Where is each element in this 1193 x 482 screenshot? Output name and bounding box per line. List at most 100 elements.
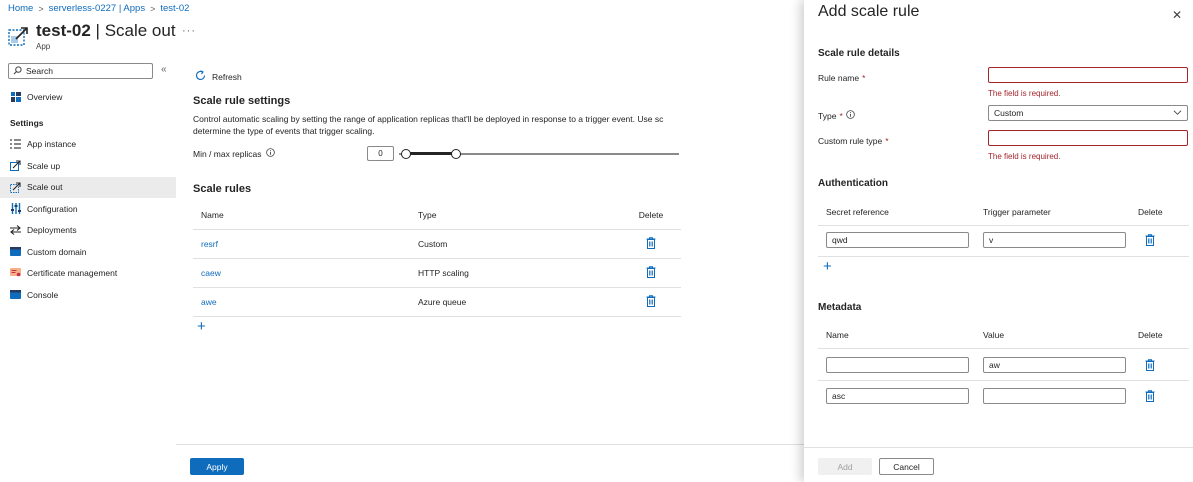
rule-type: Azure queue xyxy=(410,287,621,317)
column-header-delete: Delete xyxy=(1138,207,1163,217)
table-header-row: Name Type Delete xyxy=(193,201,681,230)
trash-icon xyxy=(646,236,656,249)
refresh-button[interactable]: Refresh xyxy=(195,70,683,83)
trash-icon xyxy=(646,265,656,278)
delete-auth-button[interactable] xyxy=(1145,234,1155,246)
search-input[interactable]: Search xyxy=(8,63,153,79)
sidebar-item-scale-out[interactable]: Scale out xyxy=(0,176,176,198)
breadcrumb-apps[interactable]: serverless-0227 | Apps xyxy=(49,3,145,14)
search-icon xyxy=(13,65,22,77)
breadcrumb-app[interactable]: test-02 xyxy=(160,3,189,14)
trash-icon xyxy=(1145,359,1155,371)
row-divider xyxy=(818,256,1189,257)
trash-icon xyxy=(646,294,656,307)
type-label: Type * xyxy=(818,110,855,121)
sidebar-item-overview[interactable]: Overview xyxy=(0,86,176,108)
more-options-button[interactable]: ··· xyxy=(182,25,196,37)
table-row: resrf Custom xyxy=(193,229,681,259)
column-header-delete: Delete xyxy=(1138,330,1163,340)
rule-name-link[interactable]: caew xyxy=(193,258,410,288)
column-header-trigger-parameter: Trigger parameter xyxy=(983,207,1051,217)
sidebar-item-custom-domain[interactable]: Custom domain xyxy=(0,241,176,263)
rule-name-link[interactable]: resrf xyxy=(193,229,410,259)
row-divider xyxy=(818,225,1189,226)
metadata-value-input[interactable] xyxy=(983,388,1126,404)
column-header-delete: Delete xyxy=(621,201,681,230)
replicas-label: Min / max replicas xyxy=(193,148,367,159)
scale-description: Control automatic scaling by setting the… xyxy=(193,114,664,136)
type-select[interactable]: Custom xyxy=(988,105,1188,121)
info-icon[interactable] xyxy=(845,110,855,121)
custom-rule-type-input[interactable] xyxy=(988,130,1188,146)
row-divider xyxy=(818,380,1189,381)
chevron-down-icon xyxy=(1173,108,1182,119)
metadata-heading: Metadata xyxy=(818,302,862,313)
delete-rule-button[interactable] xyxy=(621,287,681,317)
slider-fill xyxy=(405,152,455,155)
sliders-icon xyxy=(10,203,21,215)
trigger-parameter-input[interactable]: v xyxy=(983,232,1126,248)
sidebar-item-configuration[interactable]: Configuration xyxy=(0,198,176,220)
rule-name-input[interactable] xyxy=(988,67,1188,83)
delete-metadata-button[interactable] xyxy=(1145,359,1155,371)
delete-rule-button[interactable] xyxy=(621,229,681,259)
sidebar-item-certificate-management[interactable]: Certificate management xyxy=(0,263,176,285)
breadcrumb-home[interactable]: Home xyxy=(8,3,33,14)
trash-icon xyxy=(1145,390,1155,402)
table-row: caew HTTP scaling xyxy=(193,258,681,288)
sidebar-item-deployments[interactable]: Deployments xyxy=(0,220,176,242)
sidebar-item-console[interactable]: Console xyxy=(0,284,176,306)
delete-metadata-button[interactable] xyxy=(1145,390,1155,402)
min-replicas-input[interactable]: 0 xyxy=(367,146,394,161)
rule-name-link[interactable]: awe xyxy=(193,287,410,317)
rule-type: Custom xyxy=(410,229,621,259)
slider-max-thumb[interactable] xyxy=(451,148,461,159)
metadata-name-input[interactable]: asc xyxy=(826,388,969,404)
add-rule-plus-icon[interactable]: + xyxy=(197,318,683,335)
scale-rule-settings-heading: Scale rule settings xyxy=(193,95,291,107)
sidebar-item-scale-up[interactable]: Scale up xyxy=(0,155,176,177)
page-header: test-02 | Scale out App xyxy=(8,20,176,51)
authentication-heading: Authentication xyxy=(818,178,888,189)
overview-icon xyxy=(10,91,21,102)
rule-name-error: The field is required. xyxy=(988,89,1061,98)
scale-out-icon xyxy=(8,25,30,47)
column-header-secret-reference: Secret reference xyxy=(826,207,889,217)
apply-button[interactable]: Apply xyxy=(190,458,244,475)
slider-min-thumb[interactable] xyxy=(401,148,411,159)
trash-icon xyxy=(1145,234,1155,246)
page-title: test-02 | Scale out xyxy=(36,21,176,40)
collapse-sidebar-button[interactable]: « xyxy=(161,64,167,75)
page-subtitle: App xyxy=(36,42,51,51)
scale-out-icon xyxy=(10,182,21,193)
column-header-type: Type xyxy=(410,201,621,230)
refresh-icon xyxy=(195,70,206,83)
certificate-icon xyxy=(10,268,21,279)
column-header-value: Value xyxy=(983,330,1005,340)
custom-rule-type-label: Custom rule type * xyxy=(818,136,889,146)
info-icon[interactable] xyxy=(265,148,275,159)
close-icon[interactable]: ✕ xyxy=(1172,8,1182,22)
console-icon xyxy=(10,289,21,300)
add-auth-plus-icon[interactable]: + xyxy=(823,258,832,275)
cancel-button[interactable]: Cancel xyxy=(879,458,934,475)
add-scale-rule-panel: Add scale rule ✕ Scale rule details Rule… xyxy=(804,0,1193,482)
footer-divider xyxy=(176,444,804,445)
sidebar-section-settings: Settings xyxy=(10,118,44,128)
main-content: Refresh Scale rule settings Control auto… xyxy=(193,70,683,335)
add-button[interactable]: Add xyxy=(818,458,872,475)
table-row: awe Azure queue xyxy=(193,287,681,317)
replicas-row: Min / max replicas 0 xyxy=(193,146,683,161)
domain-icon xyxy=(10,246,21,257)
metadata-name-input[interactable] xyxy=(826,357,969,373)
sidebar-item-app-instance[interactable]: App instance xyxy=(0,134,176,156)
swap-arrows-icon xyxy=(10,225,21,236)
row-divider xyxy=(818,348,1189,349)
breadcrumb: Home > serverless-0227 | Apps > test-02 xyxy=(8,3,189,14)
delete-rule-button[interactable] xyxy=(621,258,681,288)
panel-title: Add scale rule xyxy=(818,3,920,20)
replicas-slider[interactable] xyxy=(399,148,679,160)
secret-reference-input[interactable]: qwd xyxy=(826,232,969,248)
list-icon xyxy=(10,139,21,150)
metadata-value-input[interactable]: aw xyxy=(983,357,1126,373)
